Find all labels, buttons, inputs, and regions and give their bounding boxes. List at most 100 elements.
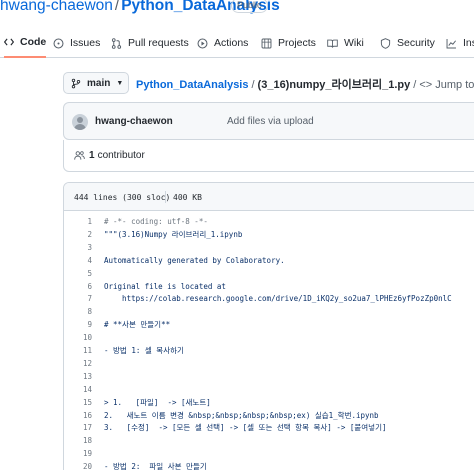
people-icon [74,150,85,161]
line-number[interactable]: 3 [64,242,92,254]
latest-commit-box: hwang-chaewon Add files via upload [63,102,474,140]
line-number[interactable]: 1 [64,216,92,228]
file-navigation: main ▼ Python_DataAnalysis / (3_16)numpy_라… [63,72,474,94]
code-line: 17 3. [수정] -> [모든 셀 선택] -> [셀 또는 선택 항목 복사… [64,422,474,434]
contributors-count: 1 [89,150,95,161]
code-line: 11 - 방법 1: 셀 복사하기 [64,345,474,357]
file-header: 444 lines (300 sloc) 400 KB [64,183,474,211]
code-line: 15 > 1. [파일] -> [새노트] [64,397,474,409]
contributors-label: contributor [97,150,145,161]
contributors-box: 1 contributor [63,140,474,172]
line-number[interactable]: 12 [64,358,92,370]
tab-pull-requests-label: Pull requests [128,37,189,49]
tab-wiki-label: Wiki [344,37,364,49]
code-line: 12 [64,358,474,370]
breadcrumb-file-name: (3_16)numpy_라이브러리_1.py [257,79,411,91]
tab-actions[interactable]: Actions [197,28,248,58]
repo-owner-link[interactable]: hwang-chaewon [0,0,113,14]
code-line: 5 [64,268,474,280]
line-number[interactable]: 2 [64,229,92,241]
line-number[interactable]: 5 [64,268,92,280]
issue-icon [53,38,64,49]
branch-name: main [87,77,111,89]
line-content: https://colab.research.google.com/drive/… [104,294,452,304]
code-line: 10 [64,332,474,344]
line-number[interactable]: 11 [64,345,92,357]
code-line: 2 """(3.16)Numpy 라이브러리_1.ipynb [64,229,474,241]
branch-select-button[interactable]: main ▼ [63,72,129,94]
breadcrumb-separator: / [251,79,255,91]
code-line: 19 [64,448,474,460]
breadcrumb-repo-link[interactable]: Python_DataAnalysis [136,79,248,91]
code-line: 20 - 방법 2: 파일 사본 만들기 [64,461,474,470]
code-line: 16 2. 새노트 이름 변경 &nbsp;&nbsp;&nbsp;&nbsp;e… [64,410,474,422]
line-content: - 방법 1: 셀 복사하기 [104,346,184,355]
breadcrumb: Python_DataAnalysis / (3_16)numpy_라이브러리_1.… [136,76,474,92]
line-content: Original file is located at [104,281,226,291]
line-content: # -*- coding: utf-8 -*- [104,217,208,226]
line-number[interactable]: 8 [64,306,92,318]
repo-nav-tabs: Code Issues Pull requests Actions Projec… [0,28,474,58]
tab-actions-label: Actions [214,37,249,49]
line-number[interactable]: 20 [64,461,92,470]
code-line: 9 # **사본 만들기** [64,319,474,331]
repo-header: hwang-chaewon / Python_DataAnalysis Public [0,0,474,28]
tab-issues[interactable]: Issues [53,28,100,58]
tab-insights-label: Insi [463,37,474,49]
chevron-down-icon: ▼ [116,79,124,87]
commit-author-link[interactable]: hwang-chaewon [95,116,173,127]
line-number[interactable]: 9 [64,319,92,331]
line-content: # **사본 만들기** [104,320,171,330]
shield-icon [380,37,391,49]
line-number[interactable]: 13 [64,371,92,383]
line-content: - 방법 2: 파일 사본 만들기 [104,462,207,470]
line-number[interactable]: 10 [64,332,92,344]
tab-projects[interactable]: Projects [261,28,316,58]
line-number[interactable]: 19 [64,448,92,460]
branch-icon [71,78,81,89]
graph-icon [446,38,457,49]
tab-issues-label: Issues [70,37,101,49]
wiki-icon [327,38,338,49]
avatar[interactable] [72,114,88,130]
tab-insights[interactable]: Insi [446,28,474,58]
line-number[interactable]: 7 [64,293,92,305]
jump-to-button[interactable]: / <> Jump to ▾ [413,79,474,91]
line-content: Automatically generated by Colaboratory. [104,255,285,265]
code-line: 7 https://colab.research.google.com/driv… [64,293,474,305]
line-number[interactable]: 6 [64,281,92,293]
code-line: 13 [64,371,474,383]
actions-icon [197,38,208,49]
contributors-link[interactable]: 1 contributor [74,150,145,161]
file-line-count: 444 lines (300 sloc) [74,193,171,202]
line-content: 3. [수정] -> [모든 셀 선택] -> [셀 또는 선택 항목 복사] … [104,423,387,433]
code-line: 8 [64,306,474,318]
visibility-badge: Public [231,0,268,13]
code-icon [4,37,14,47]
line-number[interactable]: 4 [64,255,92,267]
file-size: 400 KB [173,193,202,202]
repo-separator: / [114,0,120,14]
tab-wiki[interactable]: Wiki [327,28,364,58]
tab-code-label: Code [20,36,47,48]
commit-message-link[interactable]: Add files via upload [227,116,314,127]
code-line: 3 [64,242,474,254]
code-line: 14 [64,384,474,396]
line-number[interactable]: 15 [64,397,92,409]
projects-icon [261,38,272,49]
file-viewer: 444 lines (300 sloc) 400 KB 1 # -*- codin… [63,182,474,470]
code-line: 4 Automatically generated by Colaboratory… [64,255,474,267]
tab-security-label: Security [397,37,435,49]
line-content: 2. 새노트 이름 변경 &nbsp;&nbsp;&nbsp;&nbsp;ex)… [104,410,379,420]
tab-security[interactable]: Security [380,28,435,58]
line-content: """(3.16)Numpy 라이브러리_1.ipynb [104,229,243,239]
line-number[interactable]: 17 [64,422,92,434]
tab-pull-requests[interactable]: Pull requests [111,28,189,58]
tab-projects-label: Projects [278,37,316,49]
tab-code[interactable]: Code [4,28,47,58]
code-line: 18 [64,435,474,447]
line-number[interactable]: 16 [64,410,92,422]
line-number[interactable]: 18 [64,435,92,447]
line-number[interactable]: 14 [64,384,92,396]
pull-request-icon [111,37,122,49]
